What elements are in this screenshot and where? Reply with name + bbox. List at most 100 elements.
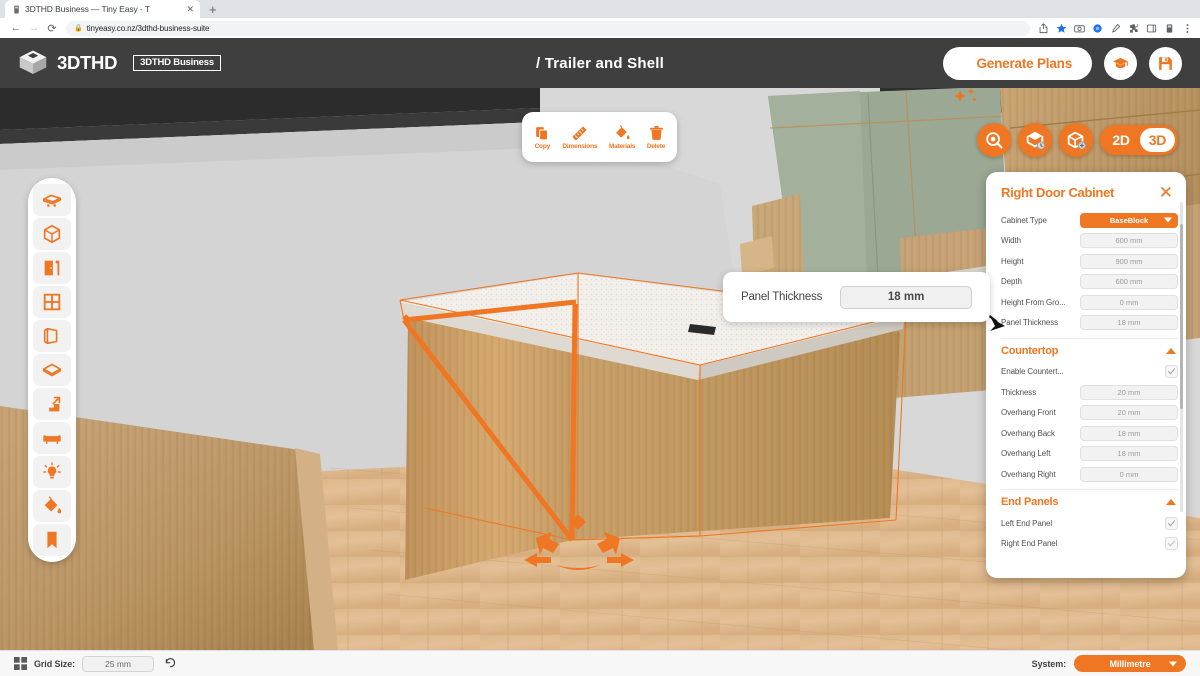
address-bar-url: tinyeasy.co.nz/3dthd-business-suite [86,23,210,33]
depth-input[interactable]: 600 mm [1080,274,1178,289]
sidebar-item-floor[interactable] [33,354,71,386]
view-2d-option[interactable]: 2D [1103,128,1138,152]
sidebar-item-lighting[interactable] [33,456,71,488]
dimension-toggle: 2D 3D [1100,125,1178,155]
left-toolbar [28,178,76,562]
menu-kebab-icon[interactable] [1182,23,1193,34]
cabinet-type-dropdown[interactable]: BaseBlock [1080,212,1178,228]
check-icon [1167,368,1176,375]
sofa-icon [43,435,61,444]
property-row-overhang-right: Overhang Right 0 mm [1001,464,1178,484]
left-end-panel-checkbox[interactable] [1165,516,1178,530]
status-bar: Grid Size: 25 mm System: Millimetre [0,650,1200,676]
properties-body: Cabinet Type BaseBlock Width 600 mm Heig… [986,210,1186,578]
end-panels-section-header[interactable]: End Panels [1001,494,1178,513]
sidebar-item-window[interactable] [33,286,71,318]
close-icon[interactable]: ✕ [1159,184,1173,201]
sidepanel-icon[interactable] [1146,23,1157,34]
camera-icon[interactable] [1074,23,1085,34]
check-icon [1167,540,1176,547]
orbit-camera-button[interactable] [977,123,1012,157]
perspective-view-button[interactable] [1059,123,1094,157]
sidebar-item-trailer[interactable] [33,184,71,216]
paint-bucket-icon [44,496,62,514]
properties-header: Right Door Cabinet ✕ [986,172,1186,210]
bookmark-star-icon[interactable] [1056,23,1067,34]
materials-action[interactable]: Materials [609,124,635,150]
enable-countertop-checkbox[interactable] [1165,365,1178,378]
tooltip-value[interactable]: 18 mm [840,285,972,309]
delete-action[interactable]: Delete [647,125,665,150]
camera-orbit-icon [986,132,1003,149]
properties-scrollbar[interactable] [1179,202,1183,512]
height-input[interactable]: 900 mm [1080,253,1178,269]
graduation-cap-button[interactable] [1104,46,1137,80]
reload-button[interactable]: ⟳ [43,19,61,37]
new-tab-button[interactable]: + [209,3,217,18]
copy-action[interactable]: Copy [534,125,551,150]
puzzle-icon[interactable] [1128,23,1139,34]
tooltip-label: Panel Thickness [741,291,823,303]
view-3d-option[interactable]: 3D [1139,128,1175,152]
overhang-front-input[interactable]: 20 mm [1080,405,1178,420]
property-row-right-end-panel: Right End Panel [1001,534,1178,554]
lightbulb-icon [43,462,61,479]
right-end-panel-checkbox[interactable] [1165,537,1178,550]
tab-close-icon[interactable]: ✕ [186,4,194,14]
window-icon [43,293,61,311]
chevron-down-icon [1169,661,1177,666]
browser-tab[interactable]: 3DTHD Business — Tiny Easy - T ✕ [5,0,200,18]
grid-size-input[interactable]: 25 mm [82,655,155,672]
back-button[interactable]: ← [7,19,25,37]
sidebar-item-bookmarks[interactable] [33,524,71,556]
property-label: Panel Thickness [1001,318,1059,327]
reset-grid-button[interactable] [161,655,179,673]
width-input[interactable]: 600 mm [1080,233,1178,248]
sidebar-item-panel[interactable] [33,320,71,352]
ruler-icon [572,125,587,141]
forward-button[interactable]: → [25,19,43,37]
save-button[interactable] [1149,46,1182,80]
property-row-height: Height 900 mm [1001,251,1178,271]
property-label: Enable Countert... [1001,367,1064,376]
countertop-section-header[interactable]: Countertop [1001,343,1178,362]
sidebar-item-door[interactable] [33,252,71,284]
sidebar-item-shell[interactable] [33,218,71,250]
property-row-depth: Depth 600 mm [1001,272,1178,292]
shell-cube-icon [43,224,61,244]
stairs-icon [44,396,61,412]
sidebar-item-materials[interactable] [33,490,71,522]
eyedropper-icon[interactable] [1110,23,1121,34]
overhang-right-input[interactable]: 0 mm [1080,466,1178,482]
logo-cube-icon [19,50,47,75]
profile-icon[interactable] [1164,23,1175,34]
trash-icon [649,125,663,140]
overhang-left-input[interactable]: 18 mm [1080,446,1178,461]
share-icon[interactable] [1038,22,1049,34]
unit-system-dropdown[interactable]: Millimetre [1074,655,1186,672]
graduation-cap-icon [1113,57,1128,68]
property-row-width: Width 600 mm [1001,231,1178,251]
door-icon [44,260,60,276]
property-label: Cabinet Type [1001,215,1047,225]
app-header: 3DTHD 3DTHD Business / Trailer and Shell… [0,38,1200,102]
paint-bucket-icon [615,124,630,139]
address-bar[interactable]: 🔒 tinyeasy.co.nz/3dthd-business-suite [66,20,1030,36]
section-view-button[interactable] [1018,123,1053,157]
property-label: Thickness [1001,387,1037,397]
sidebar-item-stairs[interactable] [33,388,71,420]
property-label: Right End Panel [1001,539,1058,548]
property-label: Overhang Right [1001,469,1056,479]
browser-tab-title: 3DTHD Business — Tiny Easy - T [25,4,150,14]
floor-slab-icon [42,363,62,377]
generate-plans-button[interactable]: Generate Plans [942,46,1092,80]
property-label: Overhang Left [1001,449,1051,458]
countertop-thickness-input[interactable]: 20 mm [1080,384,1178,400]
sidebar-item-furniture[interactable] [33,422,71,454]
panel-thickness-input[interactable]: 18 mm [1080,315,1178,330]
property-row-panel-thickness: Panel Thickness 18 mm [1001,313,1178,333]
height-from-ground-input[interactable]: 0 mm [1080,294,1178,310]
overhang-back-input[interactable]: 18 mm [1080,425,1178,441]
extension-blue-icon[interactable] [1092,23,1103,34]
dimensions-action[interactable]: Dimensions [562,125,597,150]
